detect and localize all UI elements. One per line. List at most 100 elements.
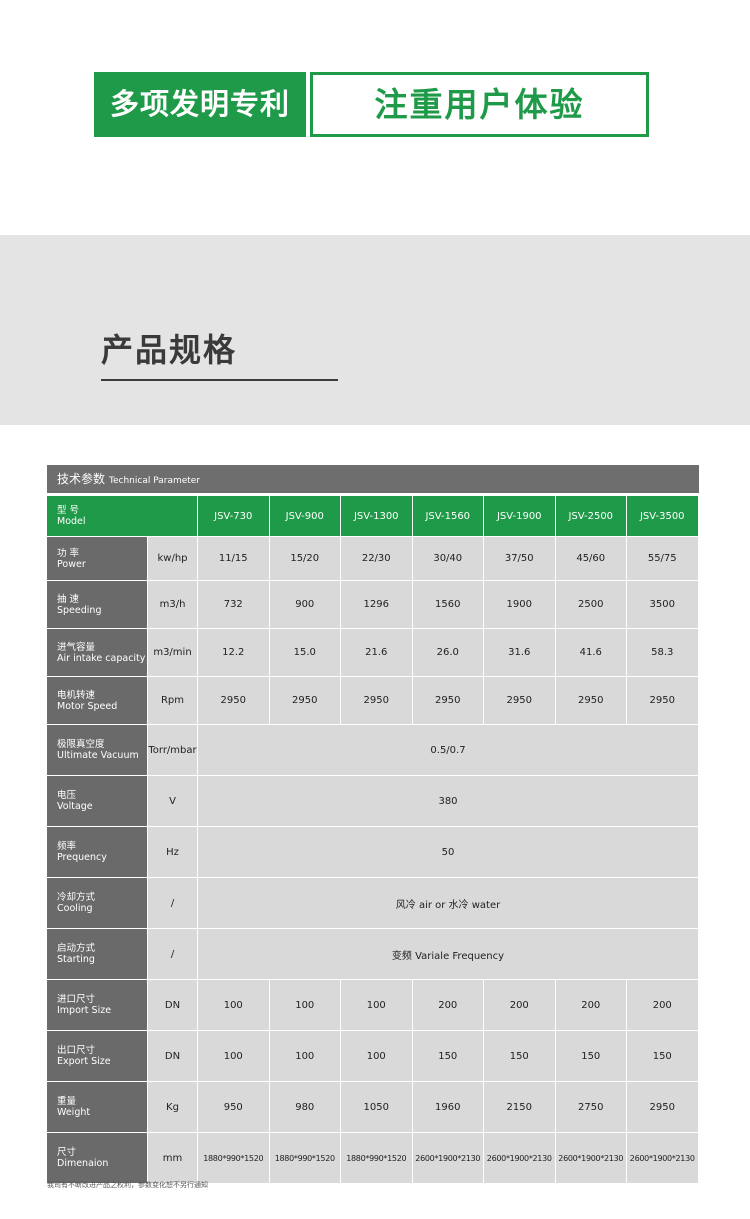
param-name: 极限真空度 Ultimate Vacuum — [47, 725, 148, 775]
param-name-cn: 进气容量 — [57, 641, 96, 653]
param-name-cn: 尺寸 — [57, 1147, 77, 1158]
param-value: 1880*990*1520 — [341, 1133, 413, 1183]
param-name: 冷却方式 Cooling — [47, 878, 148, 928]
param-value: 950 — [198, 1082, 270, 1132]
param-unit: Rpm — [148, 677, 198, 724]
param-value: 3500 — [627, 581, 699, 628]
param-value: 2600*1900*2130 — [484, 1133, 556, 1183]
table-row: 极限真空度 Ultimate Vacuum Torr/mbar 0.5/0.7 — [47, 725, 699, 776]
param-name-cn: 启动方式 — [57, 943, 96, 954]
param-value: 200 — [555, 980, 627, 1030]
param-value: 100 — [341, 980, 413, 1030]
param-value: 2950 — [555, 677, 627, 724]
param-name-cn: 抽 速 — [57, 593, 80, 605]
param-name: 电压 Voltage — [47, 776, 148, 826]
param-name-en: Weight — [57, 1107, 91, 1118]
param-merged-value: 0.5/0.7 — [198, 725, 699, 775]
param-name-cn: 极限真空度 — [57, 739, 105, 750]
param-name-cn: 重量 — [57, 1096, 77, 1107]
param-value: 37/50 — [484, 537, 556, 580]
param-value: 26.0 — [412, 629, 484, 676]
param-unit: mm — [148, 1133, 198, 1183]
param-value: 200 — [484, 980, 556, 1030]
param-unit: kw/hp — [148, 537, 198, 580]
param-unit: DN — [148, 980, 198, 1030]
param-value: 100 — [198, 1031, 270, 1081]
param-value: 55/75 — [627, 537, 699, 580]
param-name-en: Prequency — [57, 852, 107, 863]
param-value: 100 — [269, 980, 341, 1030]
param-value: 2950 — [198, 677, 270, 724]
param-name: 频率 Prequency — [47, 827, 148, 877]
table-header: 技术参数 Technical Parameter — [47, 465, 699, 493]
param-unit: m3/min — [148, 629, 198, 676]
param-name-en: Speeding — [57, 604, 102, 616]
param-unit: / — [148, 878, 198, 928]
param-value: 900 — [269, 581, 341, 628]
param-value: 15/20 — [269, 537, 341, 580]
table-row: 重量 Weight Kg 950 980 1050 1960 2150 2750 2950 — [47, 1082, 699, 1133]
spec-title-underline — [101, 379, 338, 381]
param-value: 1296 — [341, 581, 413, 628]
model-cell: JSV-1900 — [484, 496, 556, 536]
param-value: 2950 — [484, 677, 556, 724]
param-name-en: Voltage — [57, 801, 93, 812]
table-row: 出口尺寸 Export Size DN 100 100 100 150 150 150 150 — [47, 1031, 699, 1082]
banner-patents: 多项发明专利 — [94, 72, 306, 137]
param-unit: m3/h — [148, 581, 198, 628]
param-unit: DN — [148, 1031, 198, 1081]
table-row: 进口尺寸 Import Size DN 100 100 100 200 200 200 200 — [47, 980, 699, 1031]
param-value: 41.6 — [555, 629, 627, 676]
model-cell: JSV-3500 — [627, 496, 699, 536]
param-unit: Hz — [148, 827, 198, 877]
model-label: 型 号 Model — [47, 496, 198, 536]
param-value: 150 — [484, 1031, 556, 1081]
param-value: 1880*990*1520 — [198, 1133, 270, 1183]
footnote: 我司有不断改进产品之权利，参数变化恕不另行通知 — [47, 1181, 208, 1189]
param-name: 进口尺寸 Import Size — [47, 980, 148, 1030]
param-value: 1880*990*1520 — [269, 1133, 341, 1183]
param-unit: Kg — [148, 1082, 198, 1132]
param-name-en: Cooling — [57, 903, 93, 914]
param-name-en: Starting — [57, 954, 95, 965]
param-name: 电机转速 Motor Speed — [47, 677, 148, 724]
param-name-cn: 电压 — [57, 790, 77, 801]
param-name-en: Motor Speed — [57, 700, 118, 712]
param-value: 100 — [198, 980, 270, 1030]
param-value: 2950 — [627, 1082, 699, 1132]
table-row: 频率 Prequency Hz 50 — [47, 827, 699, 878]
param-name-en: Dimenaion — [57, 1158, 109, 1169]
table-row: 进气容量 Air intake capacity m3/min 12.2 15.0 21.… — [47, 629, 699, 677]
table-row: 尺寸 Dimenaion mm 1880*990*1520 1880*990*1520 1… — [47, 1133, 699, 1184]
table-row: 功 率 Power kw/hp 11/15 15/20 22/30 30/40 37/50 45… — [47, 537, 699, 581]
param-name-en: Export Size — [57, 1056, 111, 1067]
param-value: 150 — [412, 1031, 484, 1081]
param-value: 100 — [269, 1031, 341, 1081]
param-name-cn: 进口尺寸 — [57, 994, 96, 1005]
param-value: 200 — [412, 980, 484, 1030]
spec-table: 技术参数 Technical Parameter 型 号 Model JSV-73… — [47, 465, 699, 1184]
param-unit: / — [148, 929, 198, 979]
param-value: 1960 — [412, 1082, 484, 1132]
param-value: 2750 — [555, 1082, 627, 1132]
param-value: 2500 — [555, 581, 627, 628]
param-name: 启动方式 Starting — [47, 929, 148, 979]
param-name-cn: 出口尺寸 — [57, 1045, 96, 1056]
param-merged-value: 50 — [198, 827, 699, 877]
param-value: 732 — [198, 581, 270, 628]
param-value: 150 — [627, 1031, 699, 1081]
param-value: 2950 — [627, 677, 699, 724]
param-name-cn: 频率 — [57, 841, 77, 852]
param-name: 功 率 Power — [47, 537, 148, 580]
param-value: 12.2 — [198, 629, 270, 676]
param-value: 30/40 — [412, 537, 484, 580]
param-unit: V — [148, 776, 198, 826]
table-row: 抽 速 Speeding m3/h 732 900 1296 1560 1900 2500 350… — [47, 581, 699, 629]
table-header-en: Technical Parameter — [109, 476, 201, 486]
param-merged-value: 变频 Variale Frequency — [198, 929, 699, 979]
param-value: 2950 — [412, 677, 484, 724]
param-value: 11/15 — [198, 537, 270, 580]
model-cell: JSV-730 — [198, 496, 270, 536]
model-cell: JSV-1560 — [412, 496, 484, 536]
model-cell: JSV-2500 — [555, 496, 627, 536]
